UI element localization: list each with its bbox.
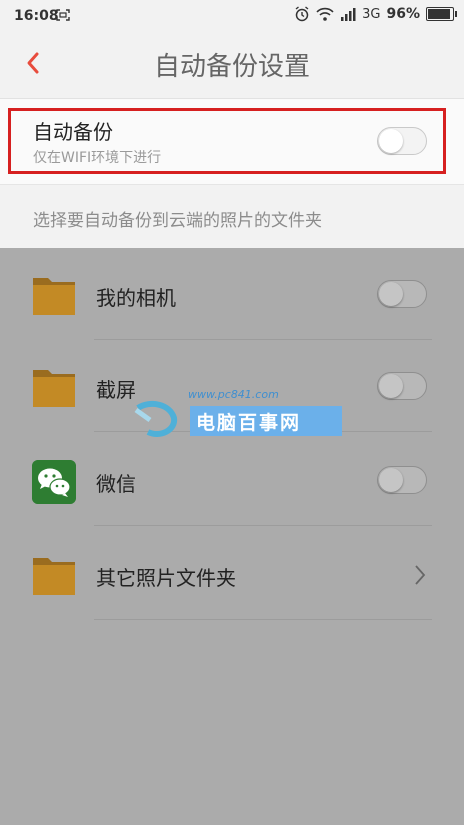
chevron-right-icon <box>415 565 426 585</box>
watermark-logo <box>134 400 178 438</box>
folder-label: 其它照片文件夹 <box>96 566 236 590</box>
toggle-knob <box>379 129 403 153</box>
network-type: 3G <box>362 6 381 22</box>
folder-icon <box>33 370 75 407</box>
screenshot-icon <box>56 9 70 21</box>
folder-toggle-camera[interactable] <box>377 280 427 308</box>
alarm-icon <box>295 6 309 22</box>
auto-backup-row: 自动备份 仅在WIFI环境下进行 <box>0 99 464 185</box>
status-bar: 16:08 3G 96% <box>0 0 464 34</box>
folder-icon <box>33 278 75 315</box>
toggle-knob <box>379 282 403 306</box>
toggle-knob <box>379 468 403 492</box>
folder-list: 我的相机 截屏 微信 其它照片文件夹 <box>0 248 464 825</box>
toggle-knob <box>379 374 403 398</box>
section-label: 选择要自动备份到云端的照片的文件夹 <box>33 211 322 231</box>
auto-backup-toggle[interactable] <box>377 127 427 155</box>
watermark: www.pc841.com 电脑百事网 <box>130 388 342 452</box>
wifi-icon <box>316 7 334 21</box>
header-bar: 自动备份设置 <box>0 34 464 99</box>
folder-toggle-wechat[interactable] <box>377 466 427 494</box>
folder-icon <box>33 558 75 595</box>
status-time: 16:08 <box>14 8 59 24</box>
folder-item-camera[interactable]: 我的相机 <box>0 248 464 340</box>
signal-icon <box>341 8 356 21</box>
page-title: 自动备份设置 <box>153 52 310 82</box>
folder-label: 我的相机 <box>96 286 176 310</box>
wechat-icon <box>32 460 76 504</box>
folder-toggle-screenshots[interactable] <box>377 372 427 400</box>
divider <box>94 525 432 526</box>
auto-backup-subtitle: 仅在WIFI环境下进行 <box>33 150 162 166</box>
battery-icon <box>426 7 457 21</box>
auto-backup-title: 自动备份 <box>33 120 113 144</box>
watermark-url: www.pc841.com <box>188 388 279 401</box>
folder-label: 微信 <box>96 472 136 496</box>
folder-item-other[interactable]: 其它照片文件夹 <box>0 528 464 620</box>
battery-percent: 96% <box>386 6 420 22</box>
divider <box>94 619 432 620</box>
watermark-text: 电脑百事网 <box>196 412 302 434</box>
